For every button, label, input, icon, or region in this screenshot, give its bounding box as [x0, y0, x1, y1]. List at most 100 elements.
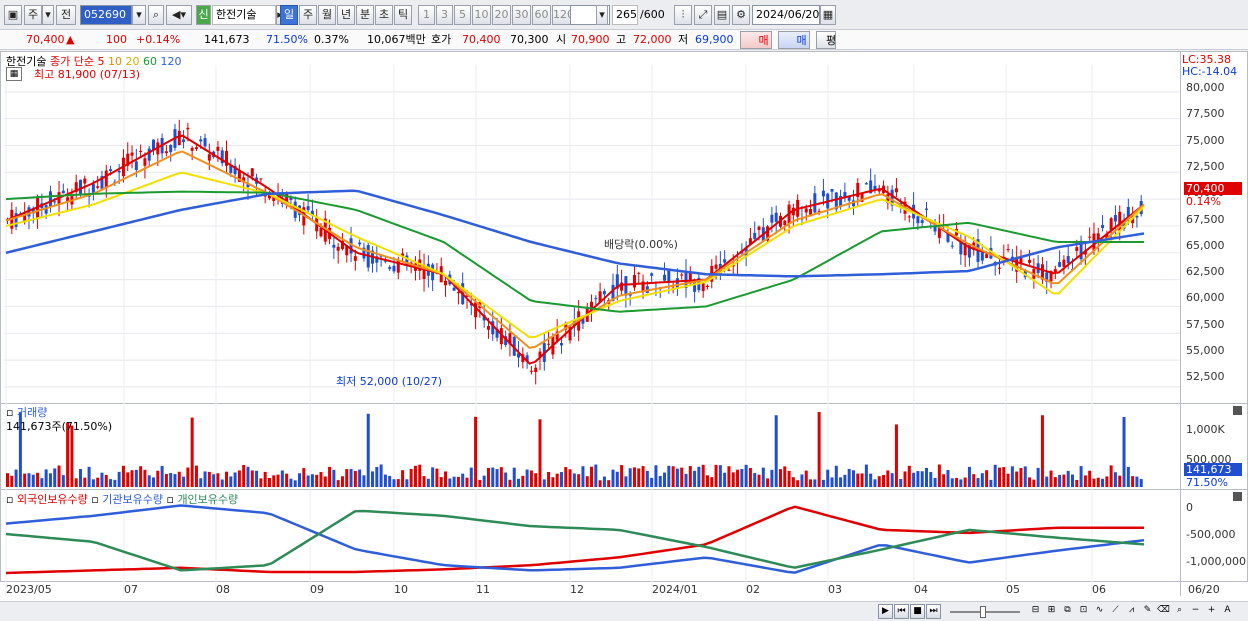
period-tab-6[interactable]: 틱 — [394, 5, 412, 25]
volume-bar — [267, 477, 271, 487]
buy-button[interactable]: 매수 — [740, 31, 772, 63]
volume-bar — [993, 464, 997, 487]
search-chart-icon[interactable]: ⌕ — [1172, 604, 1187, 619]
volume-bar — [1010, 466, 1014, 487]
interval-tab-3[interactable]: 10 — [472, 5, 491, 25]
search-icon[interactable]: ⌕ — [148, 5, 164, 25]
holding-close-icon[interactable] — [1233, 492, 1242, 501]
volume-bar — [358, 469, 362, 487]
volume-bar — [160, 466, 164, 487]
calculator-icon[interactable]: ▦ — [6, 67, 22, 81]
date-value: 2024/06/20 — [756, 8, 820, 21]
period-tab-3[interactable]: 년 — [337, 5, 355, 25]
stop-icon[interactable]: ■ — [910, 604, 925, 619]
volume-bar — [851, 470, 855, 487]
period-tab-1[interactable]: 주 — [299, 5, 317, 25]
interval-tab-0[interactable]: 1 — [418, 5, 435, 25]
speaker-icon[interactable]: ◀▾ — [166, 5, 192, 25]
layout-icon[interactable]: ⊟ — [1028, 604, 1043, 619]
change-value: 100 — [106, 33, 127, 46]
volume-bar — [1058, 474, 1062, 487]
interval-tab-1[interactable]: 3 — [436, 5, 453, 25]
compare-icon[interactable]: ⊡ — [1076, 604, 1091, 619]
volume-bar — [667, 465, 671, 487]
zoom-in-icon[interactable]: + — [1204, 604, 1219, 619]
window-icon[interactable]: ▣ — [4, 5, 22, 25]
duplicate-icon[interactable]: ⧉ — [1060, 604, 1075, 619]
candle-body — [675, 278, 679, 288]
sell-button[interactable]: 매도 — [778, 31, 810, 63]
interval-tab-5[interactable]: 30 — [512, 5, 531, 25]
candle-body — [650, 273, 654, 276]
scroll-last-icon[interactable]: ⏭ — [926, 604, 941, 619]
current-pct-tag: 0.14% — [1186, 195, 1221, 208]
period-tab-2[interactable]: 월 — [318, 5, 336, 25]
candle-body — [186, 127, 190, 130]
count-input[interactable]: 265 — [612, 5, 638, 25]
candle-body — [109, 169, 113, 171]
volume-bar — [525, 469, 529, 487]
volume-bar — [1109, 465, 1113, 487]
volume-bar — [1139, 479, 1143, 487]
market-dropdown-icon[interactable]: ▾ — [42, 5, 54, 25]
candle-body — [894, 188, 898, 193]
calendar-icon[interactable]: ▦ — [820, 5, 836, 25]
interval-tab-4[interactable]: 20 — [492, 5, 511, 25]
fibo-icon[interactable]: ⩘ — [1124, 604, 1139, 619]
eraser-icon[interactable]: ⌫ — [1156, 604, 1171, 619]
pen-icon[interactable]: ✎ — [1140, 604, 1155, 619]
period-tab-5[interactable]: 초 — [375, 5, 393, 25]
volume-ratio: 71.50% — [266, 33, 308, 46]
font-icon[interactable]: A — [1220, 604, 1235, 619]
volume-bar — [701, 464, 705, 487]
candle-body — [663, 274, 667, 281]
volume-bar — [413, 465, 417, 487]
line-tool-icon[interactable]: ⟋ — [1108, 604, 1123, 619]
volume-bar — [645, 471, 649, 487]
volume-bar — [61, 475, 65, 487]
save-icon[interactable]: ▤ — [714, 5, 730, 25]
volume-close-icon[interactable] — [1233, 406, 1242, 415]
zoom-handle[interactable] — [980, 606, 986, 618]
code-dropdown-icon[interactable]: ▾ — [132, 5, 146, 25]
zoom-out-icon[interactable]: − — [1188, 604, 1203, 619]
eval-button[interactable]: 평 — [816, 31, 836, 49]
volume-bar — [856, 473, 860, 487]
trend-icon[interactable]: ∿ — [1092, 604, 1107, 619]
candle-body — [950, 245, 954, 247]
bottom-scrollbar[interactable]: ▶ ⏮ ■ ⏭ ⊟ ⊞ ⧉ ⊡ ∿ ⟋ ⩘ ✎ ⌫ ⌕ − + A — [0, 601, 1248, 621]
split-icon[interactable]: ⊞ — [1044, 604, 1059, 619]
candle-body — [1058, 262, 1062, 267]
volume-bar — [1002, 467, 1006, 487]
candle-body — [96, 186, 100, 188]
volume-bar — [663, 472, 667, 487]
scroll-first-icon[interactable]: ⏮ — [894, 604, 909, 619]
volume-bar — [731, 472, 735, 487]
gear-icon[interactable]: ⚙ — [732, 5, 750, 25]
x-axis-tick: 06 — [1092, 583, 1106, 596]
volume-bar — [753, 473, 757, 487]
prev-button[interactable]: 전 — [56, 5, 76, 25]
interval-tab-2[interactable]: 5 — [454, 5, 471, 25]
scroll-right-icon[interactable]: ▶ — [878, 604, 893, 619]
interval-tab-7[interactable]: 120 — [552, 5, 574, 25]
market-select[interactable]: 주 — [24, 5, 42, 25]
period-tab-4[interactable]: 분 — [356, 5, 374, 25]
candle-body — [143, 158, 147, 166]
date-input[interactable]: 2024/06/20 — [752, 5, 820, 25]
interval-tab-6[interactable]: 60 — [532, 5, 551, 25]
code-input[interactable]: 052690 — [80, 5, 132, 25]
volume-bar — [293, 480, 297, 487]
toolbar: ▣ 주 ▾ 전 052690 ▾ ⌕ ◀▾ 신 한전기술 ▸ 일주월년분초틱 1… — [0, 0, 1248, 30]
draw-tool-icon[interactable]: ⤢ — [694, 5, 712, 25]
candle-type-icon[interactable]: ⫶ — [674, 5, 692, 25]
price-axis-tick: 55,000 — [1186, 344, 1225, 357]
period-tab-0[interactable]: 일 — [280, 5, 298, 25]
volume-summary: 141,673주(71.50%) — [6, 420, 113, 433]
chart-area[interactable]: 한전기술 종가 단순 5 10 20 60 120 ▦ 최고 81,900 (0… — [0, 51, 1248, 601]
volume-bar — [229, 476, 233, 487]
volume-bar — [1113, 472, 1117, 487]
volume-bar — [899, 478, 903, 487]
chart-canvas[interactable] — [0, 51, 1248, 601]
interval-dropdown-icon[interactable]: ▾ — [596, 5, 608, 25]
